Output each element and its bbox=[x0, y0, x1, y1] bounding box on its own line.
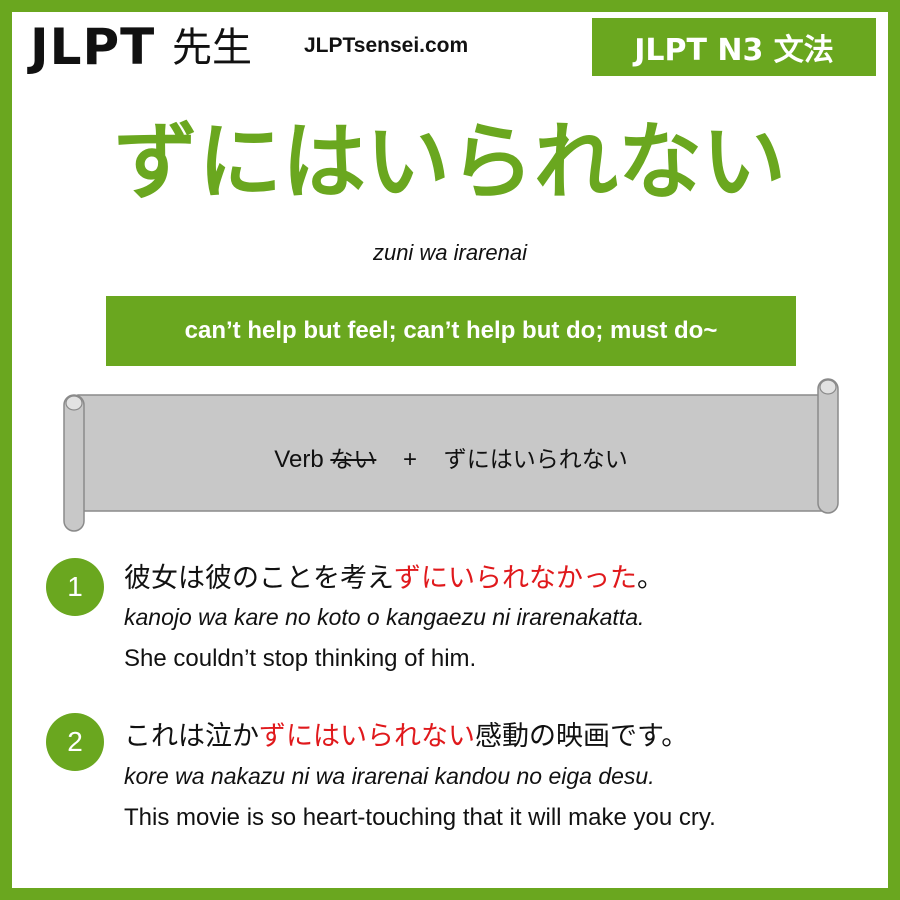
example-2-english: This movie is so heart-touching that it … bbox=[124, 804, 716, 831]
example-1-jp-after: 。 bbox=[637, 563, 664, 594]
level-badge: JLPT N3 文法 bbox=[592, 18, 876, 76]
example-number-1: 1 bbox=[46, 558, 104, 616]
example-2-jp-after: 感動の映画です。 bbox=[475, 721, 689, 752]
jlpt-logo: JLPT bbox=[30, 18, 156, 76]
formula-verb: Verb bbox=[274, 446, 324, 473]
example-2-romaji: kore wa nakazu ni wa irarenai kandou no … bbox=[124, 763, 655, 789]
example-2-jp-highlight: ずにはいられない bbox=[259, 721, 475, 752]
grammar-title: ずにはいられない bbox=[113, 113, 786, 211]
example-2-jp-before: これは泣か bbox=[124, 721, 259, 752]
site-url: JLPTsensei.com bbox=[304, 34, 469, 57]
grammar-romaji: zuni wa irarenai bbox=[372, 240, 528, 265]
example-1-english: She couldn’t stop thinking of him. bbox=[124, 645, 477, 672]
example-1-jp-before: 彼女は彼のことを考え bbox=[124, 563, 394, 594]
example-2-japanese: これは泣かずにはいられない感動の映画です。 bbox=[124, 714, 688, 753]
meaning-banner: can’t help but feel; can’t help but do; … bbox=[106, 296, 796, 366]
example-1-japanese: 彼女は彼のことを考えずにいられなかった。 bbox=[124, 556, 664, 595]
formula-plus: + bbox=[403, 446, 418, 473]
grammar-formula: Verb ない + ずにはいられない bbox=[60, 440, 842, 474]
formula-pattern: ずにはいられない bbox=[443, 447, 628, 473]
formula-struck-nai: ない bbox=[330, 447, 377, 473]
sensei-logo-kanji: 先生 bbox=[172, 25, 252, 71]
example-1-romaji: kanojo wa kare no koto o kangaezu ni ira… bbox=[124, 604, 645, 630]
example-number-2: 2 bbox=[46, 713, 104, 771]
example-1-jp-highlight: ずにいられなかった bbox=[394, 563, 637, 594]
